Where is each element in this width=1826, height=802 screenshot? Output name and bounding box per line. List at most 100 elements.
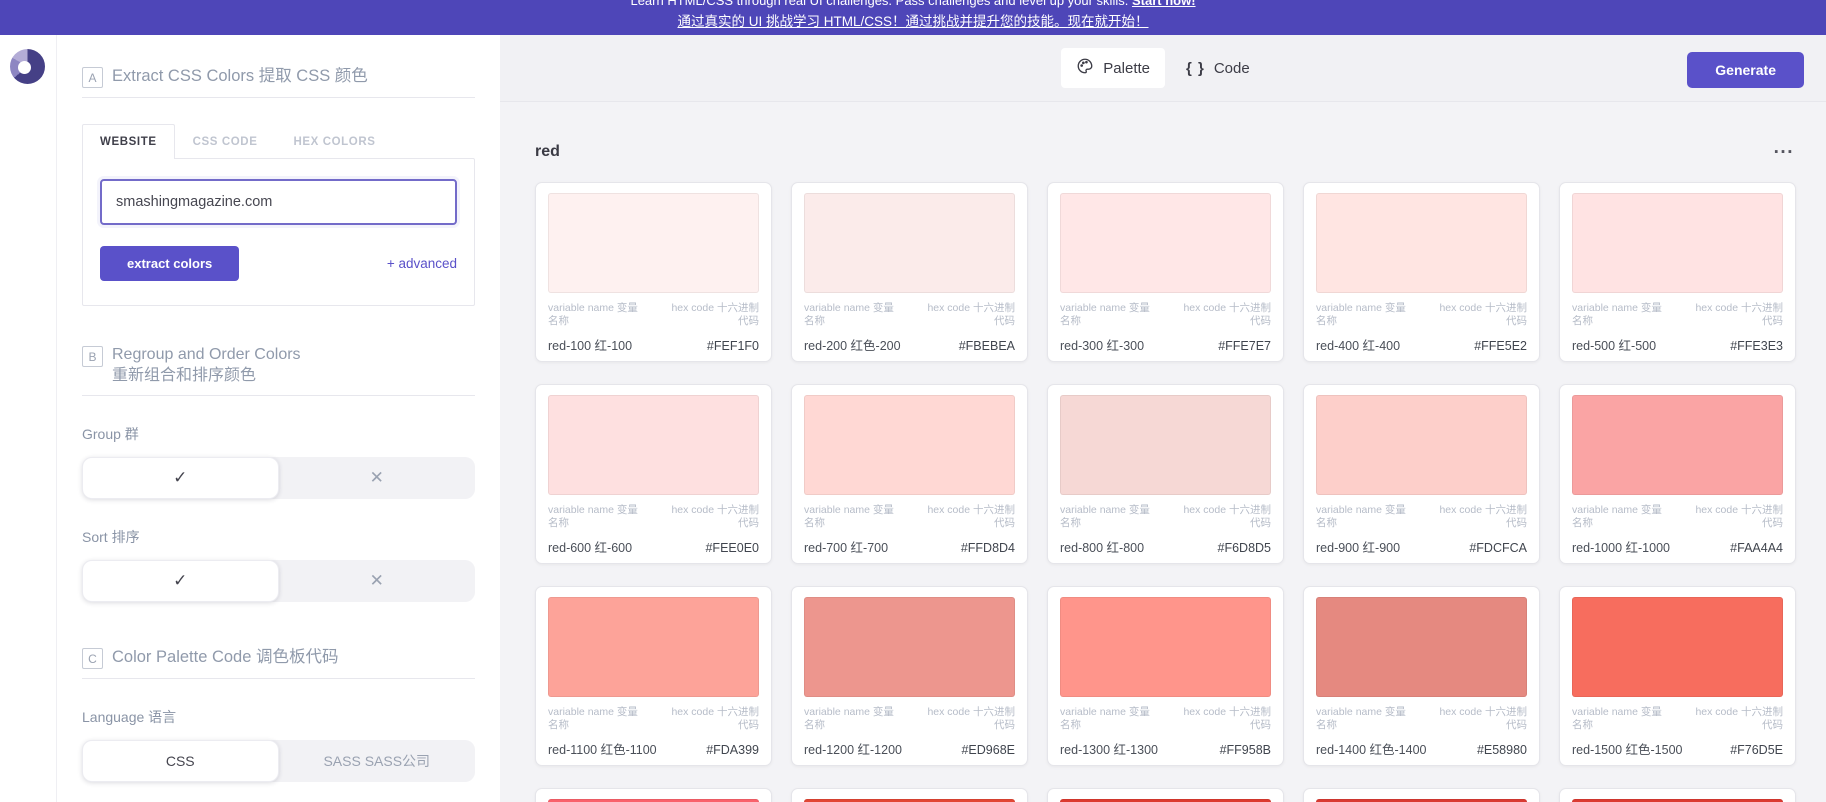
tab-hex-colors[interactable]: HEX COLORS — [275, 124, 393, 158]
color-variable-name: red-1400 红色-1400 — [1316, 739, 1426, 758]
color-card[interactable]: variable name 变量名称 hex code 十六进制代码 — [1303, 788, 1540, 802]
sort-toggle: ✓ ✕ — [82, 560, 475, 602]
color-swatch[interactable] — [548, 597, 759, 697]
color-swatch[interactable] — [1316, 395, 1527, 495]
language-option-sass[interactable]: SASS SASS公司 — [279, 740, 476, 782]
sort-label: Sort 排序 — [82, 527, 475, 547]
color-swatch[interactable] — [548, 193, 759, 293]
color-swatch[interactable] — [1572, 597, 1783, 697]
check-icon: ✓ — [173, 571, 187, 591]
banner-text-en: Learn HTML/CSS through real UI challenge… — [0, 0, 1826, 11]
color-variable-name: red-1300 红-1300 — [1060, 739, 1158, 758]
banner-text-zh[interactable]: 通过真实的 UI 挑战学习 HTML/CSS！通过挑战并提升您的技能。现在就开始… — [0, 11, 1826, 33]
tab-website[interactable]: WEBSITE — [82, 124, 175, 159]
app-logo[interactable] — [10, 49, 45, 84]
variable-name-header: variable name 变量名称 — [1060, 504, 1155, 530]
color-variable-name: red-600 红-600 — [548, 537, 632, 556]
group-toggle: ✓ ✕ — [82, 457, 475, 499]
palette-icon — [1076, 57, 1094, 79]
hex-code-header: hex code 十六进制代码 — [661, 504, 759, 530]
hex-code-header: hex code 十六进制代码 — [917, 504, 1015, 530]
group-toggle-off[interactable]: ✕ — [279, 457, 476, 499]
generate-button[interactable]: Generate — [1687, 52, 1804, 88]
hex-code-header: hex code 十六进制代码 — [1429, 706, 1527, 732]
color-swatch[interactable] — [804, 395, 1015, 495]
color-card[interactable]: variable name 变量名称 hex code 十六进制代码 red-8… — [1047, 384, 1284, 564]
section-b-divider — [82, 395, 475, 396]
color-swatch[interactable] — [1572, 395, 1783, 495]
color-card[interactable]: variable name 变量名称 hex code 十六进制代码 red-6… — [535, 384, 772, 564]
color-card[interactable]: variable name 变量名称 hex code 十六进制代码 red-1… — [1047, 586, 1284, 766]
extract-colors-button[interactable]: extract colors — [100, 246, 239, 281]
color-card[interactable]: variable name 变量名称 hex code 十六进制代码 red-7… — [791, 384, 1028, 564]
color-card[interactable]: variable name 变量名称 hex code 十六进制代码 — [791, 788, 1028, 802]
color-variable-name: red-1100 红色-1100 — [548, 739, 657, 758]
color-card[interactable]: variable name 变量名称 hex code 十六进制代码 — [1047, 788, 1284, 802]
color-card[interactable]: variable name 变量名称 hex code 十六进制代码 — [1559, 788, 1796, 802]
color-swatch[interactable] — [804, 193, 1015, 293]
color-hex-value: #FEF1F0 — [707, 339, 759, 353]
cross-icon: ✕ — [370, 468, 384, 488]
color-card[interactable]: variable name 变量名称 hex code 十六进制代码 red-4… — [1303, 182, 1540, 362]
color-card[interactable]: variable name 变量名称 hex code 十六进制代码 red-1… — [1303, 586, 1540, 766]
color-swatch[interactable] — [1060, 193, 1271, 293]
hex-code-header: hex code 十六进制代码 — [1685, 706, 1783, 732]
variable-name-header: variable name 变量名称 — [1316, 706, 1411, 732]
hex-code-header: hex code 十六进制代码 — [1173, 706, 1271, 732]
advanced-link[interactable]: + advanced — [387, 256, 457, 271]
section-a-badge: A — [82, 67, 103, 88]
color-card[interactable]: variable name 变量名称 hex code 十六进制代码 red-1… — [1559, 384, 1796, 564]
color-swatch[interactable] — [548, 395, 759, 495]
color-hex-value: #ED968E — [961, 743, 1015, 757]
color-swatch[interactable] — [1316, 597, 1527, 697]
language-option-css[interactable]: CSS — [82, 740, 279, 782]
hex-code-header: hex code 十六进制代码 — [661, 706, 759, 732]
color-hex-value: #E58980 — [1477, 743, 1527, 757]
group-toggle-on[interactable]: ✓ — [82, 457, 279, 499]
view-toggle: Palette { } Code — [1061, 48, 1264, 88]
more-options-button[interactable]: ... — [1772, 143, 1796, 161]
color-card[interactable]: variable name 变量名称 hex code 十六进制代码 red-1… — [791, 586, 1028, 766]
section-a-divider — [82, 97, 475, 98]
color-card[interactable]: variable name 变量名称 hex code 十六进制代码 red-1… — [535, 586, 772, 766]
color-card[interactable]: variable name 变量名称 hex code 十六进制代码 red-5… — [1559, 182, 1796, 362]
variable-name-header: variable name 变量名称 — [1572, 504, 1667, 530]
hex-code-header: hex code 十六进制代码 — [1429, 504, 1527, 530]
hex-code-header: hex code 十六进制代码 — [1173, 504, 1271, 530]
color-swatch[interactable] — [1572, 193, 1783, 293]
color-swatch[interactable] — [1060, 395, 1271, 495]
group-label: Group 群 — [82, 424, 475, 444]
tab-css-code[interactable]: CSS CODE — [175, 124, 276, 158]
website-url-input[interactable] — [100, 179, 457, 225]
language-toggle: CSS SASS SASS公司 — [82, 740, 475, 782]
color-hex-value: #FF958B — [1220, 743, 1271, 757]
variable-name-header: variable name 变量名称 — [548, 504, 643, 530]
color-card[interactable]: variable name 变量名称 hex code 十六进制代码 red-2… — [791, 182, 1028, 362]
code-view-button[interactable]: { } Code — [1171, 51, 1265, 86]
color-variable-name: red-1000 红-1000 — [1572, 537, 1670, 556]
banner-start-now-link[interactable]: Start now! — [1132, 0, 1196, 8]
main-area: Palette { } Code Generate red ... variab… — [500, 35, 1826, 802]
section-c-header: C Color Palette Code 调色板代码 — [82, 646, 475, 669]
palette-view-button[interactable]: Palette — [1061, 48, 1165, 88]
color-variable-name: red-900 红-900 — [1316, 537, 1400, 556]
color-hex-value: #FEE0E0 — [705, 541, 759, 555]
color-card[interactable]: variable name 变量名称 hex code 十六进制代码 red-9… — [1303, 384, 1540, 564]
variable-name-header: variable name 变量名称 — [1060, 706, 1155, 732]
promo-banner: Learn HTML/CSS through real UI challenge… — [0, 0, 1826, 35]
variable-name-header: variable name 变量名称 — [1572, 302, 1667, 328]
color-swatch[interactable] — [1316, 193, 1527, 293]
sort-toggle-off[interactable]: ✕ — [279, 560, 476, 602]
color-card[interactable]: variable name 变量名称 hex code 十六进制代码 — [535, 788, 772, 802]
color-card[interactable]: variable name 变量名称 hex code 十六进制代码 red-1… — [1559, 586, 1796, 766]
color-card[interactable]: variable name 变量名称 hex code 十六进制代码 red-3… — [1047, 182, 1284, 362]
variable-name-header: variable name 变量名称 — [1572, 706, 1667, 732]
color-swatch[interactable] — [1060, 597, 1271, 697]
color-swatch[interactable] — [804, 597, 1015, 697]
color-group-title: red — [535, 143, 560, 161]
cross-icon: ✕ — [370, 571, 384, 591]
color-card[interactable]: variable name 变量名称 hex code 十六进制代码 red-1… — [535, 182, 772, 362]
sort-toggle-on[interactable]: ✓ — [82, 560, 279, 602]
logo-rail — [0, 35, 57, 802]
website-panel: extract colors + advanced — [82, 158, 475, 306]
